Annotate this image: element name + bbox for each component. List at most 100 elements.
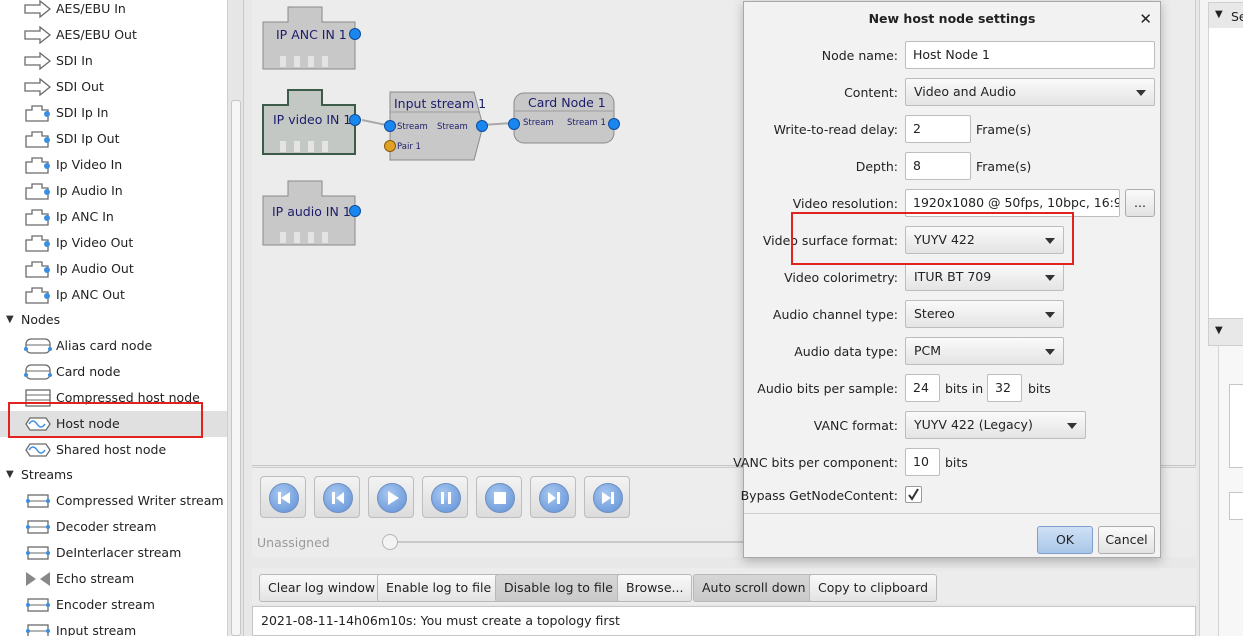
audio-channel-label: Audio channel type: [772, 307, 898, 322]
content-select[interactable]: Video and Audio [905, 78, 1155, 106]
tree-item[interactable]: Ip Audio Out [0, 256, 227, 282]
vanc-bits-unit: bits [945, 455, 968, 470]
tree-item-label: SDI Ip In [56, 105, 109, 120]
pair-port-dot[interactable] [384, 140, 396, 152]
panel-list[interactable] [1229, 384, 1243, 468]
port-dot[interactable] [349, 114, 361, 126]
timeline-slider-knob[interactable] [382, 534, 398, 550]
colorimetry-select[interactable]: ITUR BT 709 [905, 263, 1064, 291]
vanc-bits-label: VANC bits per component: [733, 455, 898, 470]
close-icon[interactable]: ✕ [1139, 10, 1152, 28]
port-label: Stream [397, 122, 428, 132]
expand-triangle-icon[interactable]: ▼ [6, 462, 14, 488]
tree-item[interactable]: AES/EBU In [0, 0, 227, 22]
port-dot[interactable] [349, 28, 361, 40]
ip-anc-label[interactable]: IP ANC IN 1 [276, 27, 347, 42]
enable-log-button[interactable]: Enable log to file [377, 574, 501, 602]
step-forward-button[interactable] [530, 476, 576, 518]
tree-item-label: Input stream [56, 623, 137, 636]
audio-channel-select[interactable]: Stereo [905, 300, 1064, 328]
panel-header[interactable]: ▼ Se [1208, 2, 1243, 30]
tree-item[interactable]: Ip Video Out [0, 230, 227, 256]
tree-item[interactable]: SDI Out [0, 74, 227, 100]
bypass-checkbox[interactable] [905, 486, 922, 503]
assignment-label: Unassigned [257, 535, 330, 550]
audio-container-bits-input[interactable]: 32 [987, 374, 1022, 402]
panel-header-2[interactable]: ▼ [1208, 318, 1243, 346]
tree-item[interactable]: DeInterlacer stream [0, 540, 227, 566]
collapse-triangle-icon[interactable]: ▼ [1215, 9, 1223, 20]
ip-port-icon [24, 234, 52, 252]
group-label: Nodes [21, 312, 61, 327]
node-name-input[interactable]: Host Node 1 [905, 41, 1155, 69]
tree-item[interactable]: Compressed Writer stream [0, 488, 227, 514]
stop-button[interactable] [476, 476, 522, 518]
input-stream-title[interactable]: Input stream 1 [394, 96, 486, 111]
input-stream-icon [24, 622, 52, 636]
port-dot[interactable] [508, 118, 520, 130]
skip-start-button[interactable] [260, 476, 306, 518]
tree-item[interactable]: SDI In [0, 48, 227, 74]
resolution-more-button[interactable]: ... [1125, 189, 1155, 217]
tree-item[interactable]: Ip Video In [0, 152, 227, 178]
vanc-bits-input[interactable]: 10 [905, 448, 940, 476]
panel-field[interactable] [1229, 492, 1243, 520]
copy-clipboard-button[interactable]: Copy to clipboard [809, 574, 938, 602]
play-button[interactable] [368, 476, 414, 518]
encoder-stream-icon [24, 596, 52, 614]
port-dot[interactable] [349, 205, 361, 217]
ip-port-icon [24, 260, 52, 278]
tree-item-label: SDI In [56, 53, 93, 68]
sidebar-scrollbar[interactable] [228, 0, 244, 636]
ip-video-label[interactable]: IP video IN 1 [273, 112, 351, 127]
tree-item-label: SDI Ip Out [56, 131, 120, 146]
tree-item[interactable]: Ip Audio In [0, 178, 227, 204]
clear-log-button[interactable]: Clear log window [259, 574, 385, 602]
delay-input[interactable]: 2 [905, 115, 971, 143]
tree-item-label: Ip ANC In [56, 209, 114, 224]
decoder-stream-icon [24, 518, 52, 536]
tree-item[interactable]: SDI Ip Out [0, 126, 227, 152]
cancel-button[interactable]: Cancel [1098, 526, 1155, 554]
ip-port-icon [24, 156, 52, 174]
tree-item[interactable]: Ip ANC In [0, 204, 227, 230]
tree-item[interactable]: Alias card node [0, 333, 227, 359]
tree-item-label: Encoder stream [56, 597, 155, 612]
ok-button[interactable]: OK [1037, 526, 1093, 554]
tree-item[interactable]: Echo stream [0, 566, 227, 592]
tree-item[interactable]: Shared host node [0, 437, 227, 463]
port-dot[interactable] [476, 120, 488, 132]
tree-item[interactable]: Card node [0, 359, 227, 385]
collapse-triangle-icon[interactable]: ▼ [1215, 325, 1223, 336]
tree-item[interactable]: SDI Ip In [0, 100, 227, 126]
tree-item[interactable]: Decoder stream [0, 514, 227, 540]
scrollbar-thumb[interactable] [231, 100, 241, 636]
depth-input[interactable]: 8 [905, 152, 971, 180]
arrow-out-icon [24, 51, 52, 71]
port-dot[interactable] [608, 118, 620, 130]
port-label: Pair 1 [397, 142, 421, 152]
step-back-button[interactable] [314, 476, 360, 518]
disable-log-button[interactable]: Disable log to file [495, 574, 622, 602]
host-node-settings-dialog: New host node settings ✕ Node name: Host… [733, 1, 1161, 558]
tree-item[interactable]: AES/EBU Out [0, 22, 227, 48]
tree-item[interactable]: Encoder stream [0, 592, 227, 618]
vanc-format-select[interactable]: YUYV 422 (Legacy) [905, 411, 1086, 439]
log-output[interactable]: 2021-08-11-14h06m10s: You must create a … [252, 606, 1196, 636]
expand-triangle-icon[interactable]: ▼ [6, 307, 14, 333]
group-streams[interactable]: ▼ Streams [0, 462, 227, 488]
highlight-box [791, 212, 1074, 265]
tree-item[interactable]: Ip ANC Out [0, 282, 227, 308]
tree-item[interactable]: Input stream [0, 618, 227, 636]
audio-bits-input[interactable]: 24 [905, 374, 940, 402]
port-dot[interactable] [384, 120, 396, 132]
auto-scroll-button[interactable]: Auto scroll down [693, 574, 815, 602]
pause-button[interactable] [422, 476, 468, 518]
node-name-label: Node name: [821, 48, 898, 63]
audio-data-select[interactable]: PCM [905, 337, 1064, 365]
card-node-title[interactable]: Card Node 1 [528, 95, 606, 110]
group-nodes[interactable]: ▼ Nodes [0, 307, 227, 333]
ip-audio-label[interactable]: IP audio IN 1 [272, 204, 351, 219]
skip-end-button[interactable] [584, 476, 630, 518]
browse-button[interactable]: Browse... [617, 574, 693, 602]
